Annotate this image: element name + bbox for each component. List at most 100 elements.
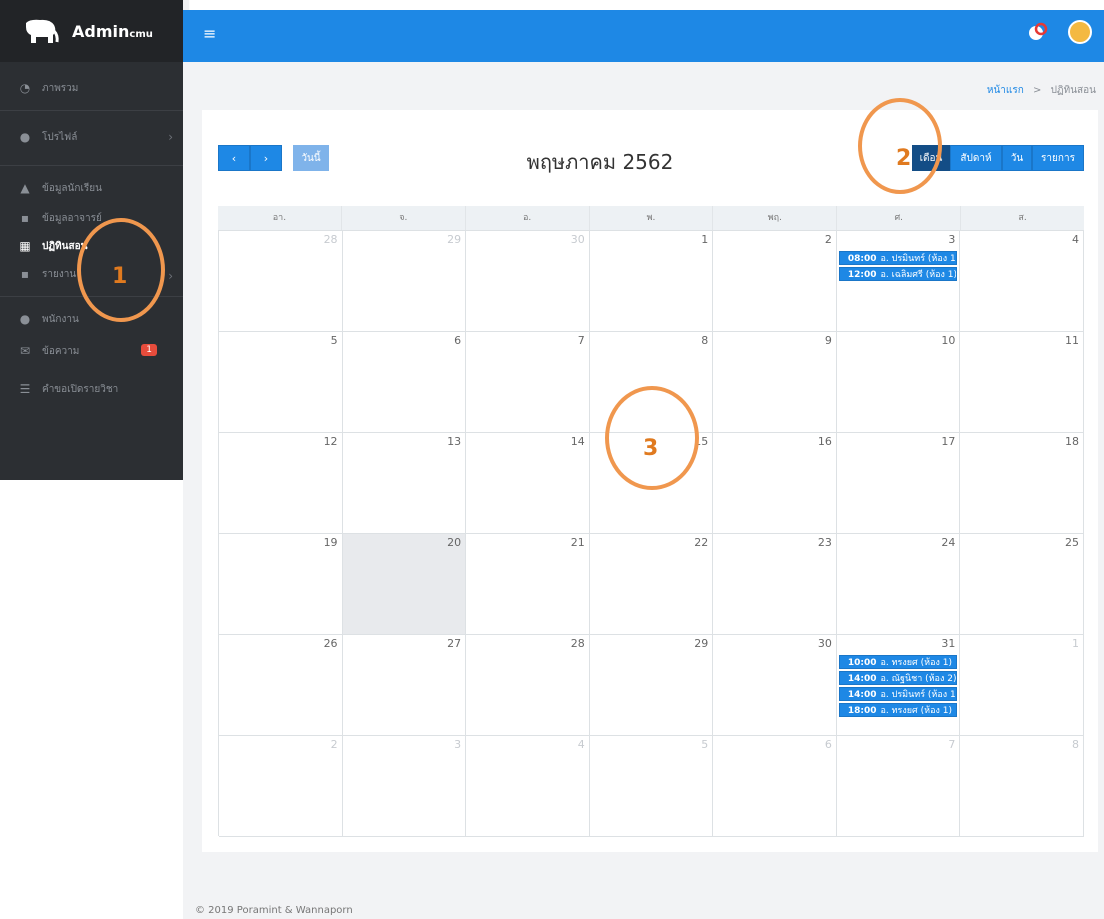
- report-icon: ▪: [20, 267, 30, 281]
- day-number: 26: [323, 637, 338, 650]
- day-cell[interactable]: 16: [713, 433, 837, 534]
- day-cell[interactable]: 27: [342, 635, 467, 736]
- calendar-event[interactable]: 10:00 อ. ทรงยศ (ห้อง 1): [838, 655, 958, 669]
- calendar-event[interactable]: 12:00 อ. เฉลิมศรี (ห้อง 1): [838, 267, 958, 281]
- day-cell[interactable]: 29: [342, 231, 467, 332]
- sidebar-item-messages[interactable]: ✉ ข้อความ 1: [0, 335, 183, 367]
- day-cell[interactable]: 29: [589, 635, 714, 736]
- sidebar-item-teachers[interactable]: ▪ ข้อมูลอาจารย์: [0, 204, 183, 232]
- day-cell[interactable]: 3 08:00 อ. ปรมินทร์ (ห้อง 1) 12:00 อ. เฉลิมศ…: [836, 231, 961, 332]
- day-number: 2: [824, 233, 832, 246]
- day-cell[interactable]: 23: [713, 534, 837, 635]
- day-cell[interactable]: 14: [466, 433, 590, 534]
- sidebar-item-profile[interactable]: ● โปรไฟล์ ›: [0, 121, 183, 153]
- event-time: 14:00: [847, 690, 877, 700]
- day-number: 20: [447, 536, 462, 549]
- day-cell[interactable]: 28: [466, 635, 590, 736]
- day-cell[interactable]: 4: [960, 231, 1084, 332]
- day-cell[interactable]: 28: [219, 231, 343, 332]
- day-cell[interactable]: 11: [960, 332, 1084, 433]
- day-cell[interactable]: 1: [589, 231, 714, 332]
- day-cell[interactable]: 6: [342, 332, 467, 433]
- sidebar-item-overview[interactable]: ◔ ภาพรวม: [0, 72, 183, 104]
- calendar-event[interactable]: 14:00 อ. ณัฐนิชา (ห้อง 2): [838, 671, 958, 685]
- day-number: 6: [824, 738, 832, 751]
- day-cell[interactable]: 8: [960, 736, 1084, 837]
- day-number: 1: [701, 233, 709, 246]
- event-list: 10:00 อ. ทรงยศ (ห้อง 1) 14:00 อ. ณัฐนิชา (ห…: [837, 655, 960, 719]
- event-title: อ. ปรมินทร์ (ห้อง 1): [880, 690, 958, 700]
- day-cell[interactable]: 17: [836, 433, 961, 534]
- day-number: 8: [1071, 738, 1079, 751]
- day-cell[interactable]: 24: [836, 534, 961, 635]
- list-icon: ☰: [19, 382, 31, 396]
- calendar-event[interactable]: 14:00 อ. ปรมินทร์ (ห้อง 1): [838, 687, 958, 701]
- view-week-button[interactable]: สัปดาห์: [950, 145, 1002, 171]
- notification-icon[interactable]: [1028, 22, 1048, 42]
- day-cell[interactable]: 5: [589, 736, 714, 837]
- annotation-number-3: 3: [643, 436, 659, 461]
- day-number: 5: [701, 738, 709, 751]
- calendar-event[interactable]: 08:00 อ. ปรมินทร์ (ห้อง 1): [838, 251, 958, 265]
- day-cell[interactable]: 1: [960, 635, 1084, 736]
- day-cell-today[interactable]: 20: [342, 534, 467, 635]
- day-number: 13: [447, 435, 462, 448]
- day-cell[interactable]: 30: [713, 635, 837, 736]
- calendar-icon: ▦: [19, 239, 31, 253]
- day-number: 6: [454, 334, 462, 347]
- day-cell[interactable]: 7: [466, 332, 590, 433]
- view-list-button[interactable]: รายการ: [1032, 145, 1084, 171]
- day-cell[interactable]: 31 10:00 อ. ทรงยศ (ห้อง 1) 14:00 อ. ณัฐนิชา …: [836, 635, 961, 736]
- day-number: 29: [694, 637, 709, 650]
- hamburger-menu-icon[interactable]: ≡: [203, 24, 216, 43]
- day-cell[interactable]: 3: [342, 736, 467, 837]
- breadcrumb-home-link[interactable]: หน้าแรก: [987, 85, 1024, 96]
- day-cell[interactable]: 19: [219, 534, 343, 635]
- day-cell[interactable]: 4: [466, 736, 590, 837]
- dashboard-icon: ◔: [19, 81, 31, 95]
- sidebar-divider: [0, 165, 183, 166]
- weekday-label: อา.: [218, 206, 342, 230]
- day-cell[interactable]: 25: [960, 534, 1084, 635]
- day-cell[interactable]: 2: [713, 231, 837, 332]
- next-month-button[interactable]: ›: [250, 145, 282, 171]
- event-list: 08:00 อ. ปรมินทร์ (ห้อง 1) 12:00 อ. เฉลิมศร…: [837, 251, 960, 283]
- day-cell[interactable]: 7: [836, 736, 961, 837]
- topbar: ≡: [183, 10, 1104, 62]
- brand[interactable]: Admincmu: [0, 0, 183, 62]
- day-number: 30: [570, 233, 585, 246]
- calendar-event[interactable]: 18:00 อ. ทรงยศ (ห้อง 1): [838, 703, 958, 717]
- event-time: 08:00: [847, 254, 877, 264]
- day-cell[interactable]: 6: [713, 736, 837, 837]
- sidebar-item-students[interactable]: ▲ ข้อมูลนักเรียน: [0, 172, 183, 204]
- event-title: อ. ทรงยศ (ห้อง 1): [880, 658, 952, 668]
- day-cell[interactable]: 22: [589, 534, 714, 635]
- day-cell[interactable]: 18: [960, 433, 1084, 534]
- day-cell[interactable]: 26: [219, 635, 343, 736]
- day-number: 1: [1071, 637, 1079, 650]
- day-cell[interactable]: 30: [466, 231, 590, 332]
- day-cell[interactable]: 2: [219, 736, 343, 837]
- day-number: 28: [323, 233, 338, 246]
- day-number: 23: [817, 536, 832, 549]
- view-day-button[interactable]: วัน: [1002, 145, 1032, 171]
- day-number: 14: [570, 435, 585, 448]
- day-cell[interactable]: 13: [342, 433, 467, 534]
- user-avatar[interactable]: [1068, 20, 1092, 44]
- day-number: 27: [447, 637, 462, 650]
- day-cell[interactable]: 12: [219, 433, 343, 534]
- weekday-label: พฤ.: [713, 206, 838, 230]
- day-cell[interactable]: 9: [713, 332, 837, 433]
- day-cell[interactable]: 5: [219, 332, 343, 433]
- sidebar-item-course-requests[interactable]: ☰ คำขอเปิดรายวิชา: [0, 373, 183, 405]
- day-number: 24: [941, 536, 956, 549]
- prev-month-button[interactable]: ‹: [218, 145, 250, 171]
- day-cell[interactable]: 10: [836, 332, 961, 433]
- day-number: 12: [323, 435, 338, 448]
- day-number: 25: [1064, 536, 1079, 549]
- today-button[interactable]: วันนี้: [293, 145, 329, 171]
- breadcrumb-separator: >: [1032, 85, 1042, 96]
- day-cell[interactable]: 21: [466, 534, 590, 635]
- event-time: 18:00: [847, 706, 877, 716]
- person-icon: ●: [19, 312, 31, 326]
